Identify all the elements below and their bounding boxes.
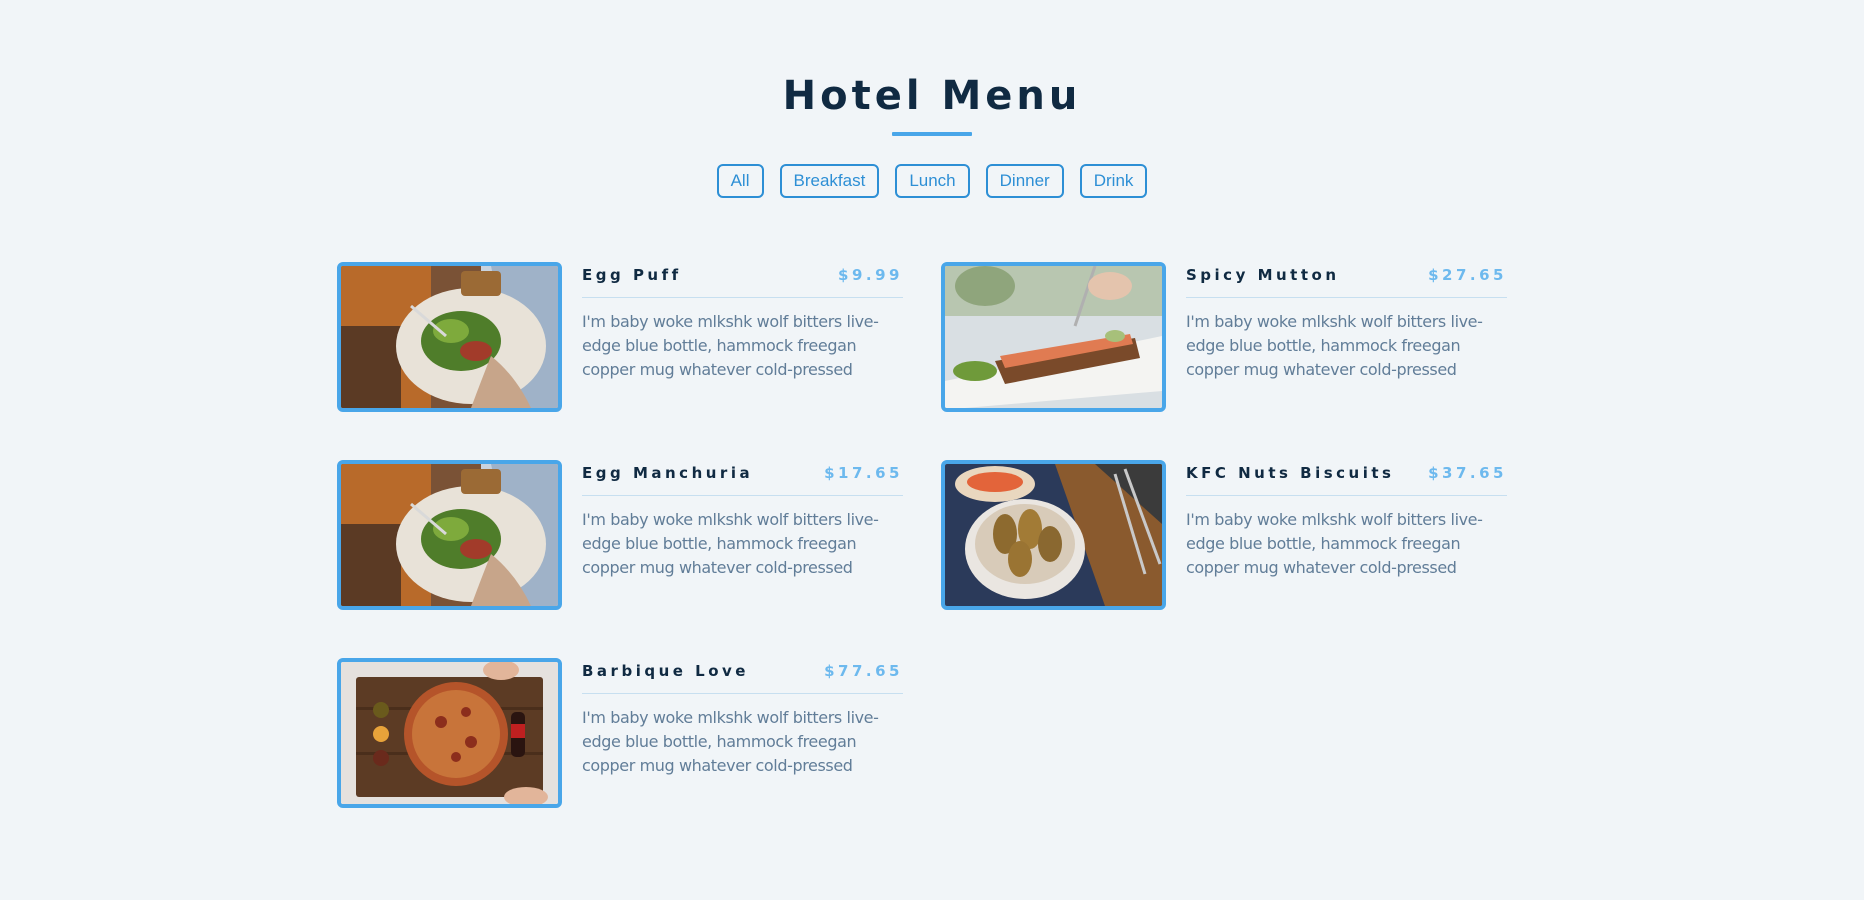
menu-item-price: $17.65: [824, 463, 903, 482]
menu-item-description: I'm baby woke mlkshk wolf bitters live-e…: [1186, 312, 1483, 379]
menu-item-description: I'm baby woke mlkshk wolf bitters live-e…: [1186, 510, 1483, 577]
filter-lunch-button[interactable]: Lunch: [895, 164, 970, 198]
menu-page: Hotel Menu All Breakfast Lunch Dinner Dr…: [0, 0, 1864, 900]
menu-item-price: $37.65: [1428, 463, 1507, 482]
menu-item-info: Egg Puff $9.99 I'm baby woke mlkshk wolf…: [582, 262, 903, 412]
menu-item-header: Egg Puff $9.99: [582, 262, 903, 298]
menu-item-header: KFC Nuts Biscuits $37.65: [1186, 460, 1507, 496]
filter-drink-button[interactable]: Drink: [1079, 164, 1148, 198]
menu-item-name: KFC Nuts Biscuits: [1186, 463, 1395, 482]
menu-item-info: Egg Manchuria $17.65 I'm baby woke mlksh…: [582, 460, 903, 610]
menu-item-info: Barbique Love $77.65 I'm baby woke mlksh…: [582, 658, 903, 808]
filter-all-button[interactable]: All: [716, 164, 764, 198]
title-underline: [892, 132, 972, 136]
toast-plate-image: [941, 262, 1166, 412]
page-title: Hotel Menu: [782, 73, 1082, 119]
pizza-board-image: [337, 658, 562, 808]
menu-item-name: Egg Manchuria: [582, 463, 754, 482]
menu-item-description: I'm baby woke mlkshk wolf bitters live-e…: [582, 510, 879, 577]
filter-bar: All Breakfast Lunch Dinner Drink: [0, 164, 1864, 198]
menu-item: KFC Nuts Biscuits $37.65 I'm baby woke m…: [941, 460, 1507, 610]
menu-item: Barbique Love $77.65 I'm baby woke mlksh…: [337, 658, 903, 808]
menu-item-name: Egg Puff: [582, 265, 682, 284]
menu-item-info: KFC Nuts Biscuits $37.65 I'm baby woke m…: [1186, 460, 1507, 610]
menu-item-name: Barbique Love: [582, 661, 749, 680]
menu-item: Egg Manchuria $17.65 I'm baby woke mlksh…: [337, 460, 903, 610]
croquettes-bowl-image: [941, 460, 1166, 610]
menu-item-description: I'm baby woke mlkshk wolf bitters live-e…: [582, 708, 879, 775]
menu-item-price: $27.65: [1428, 265, 1507, 284]
menu-item-header: Egg Manchuria $17.65: [582, 460, 903, 496]
salad-plate-image: [337, 262, 562, 412]
menu-item-description: I'm baby woke mlkshk wolf bitters live-e…: [582, 312, 879, 379]
menu-item-info: Spicy Mutton $27.65 I'm baby woke mlkshk…: [1186, 262, 1507, 412]
menu-item-name: Spicy Mutton: [1186, 265, 1340, 284]
menu-item-price: $77.65: [824, 661, 903, 680]
filter-dinner-button[interactable]: Dinner: [985, 164, 1064, 198]
salad-plate-image: [337, 460, 562, 610]
filter-breakfast-button[interactable]: Breakfast: [779, 164, 880, 198]
menu-item: Egg Puff $9.99 I'm baby woke mlkshk wolf…: [337, 262, 903, 412]
menu-item-header: Barbique Love $77.65: [582, 658, 903, 694]
menu-item: Spicy Mutton $27.65 I'm baby woke mlkshk…: [941, 262, 1507, 412]
menu-item-price: $9.99: [838, 265, 903, 284]
menu-grid: Egg Puff $9.99 I'm baby woke mlkshk wolf…: [337, 262, 1507, 808]
header: Hotel Menu: [0, 72, 1864, 136]
menu-item-header: Spicy Mutton $27.65: [1186, 262, 1507, 298]
